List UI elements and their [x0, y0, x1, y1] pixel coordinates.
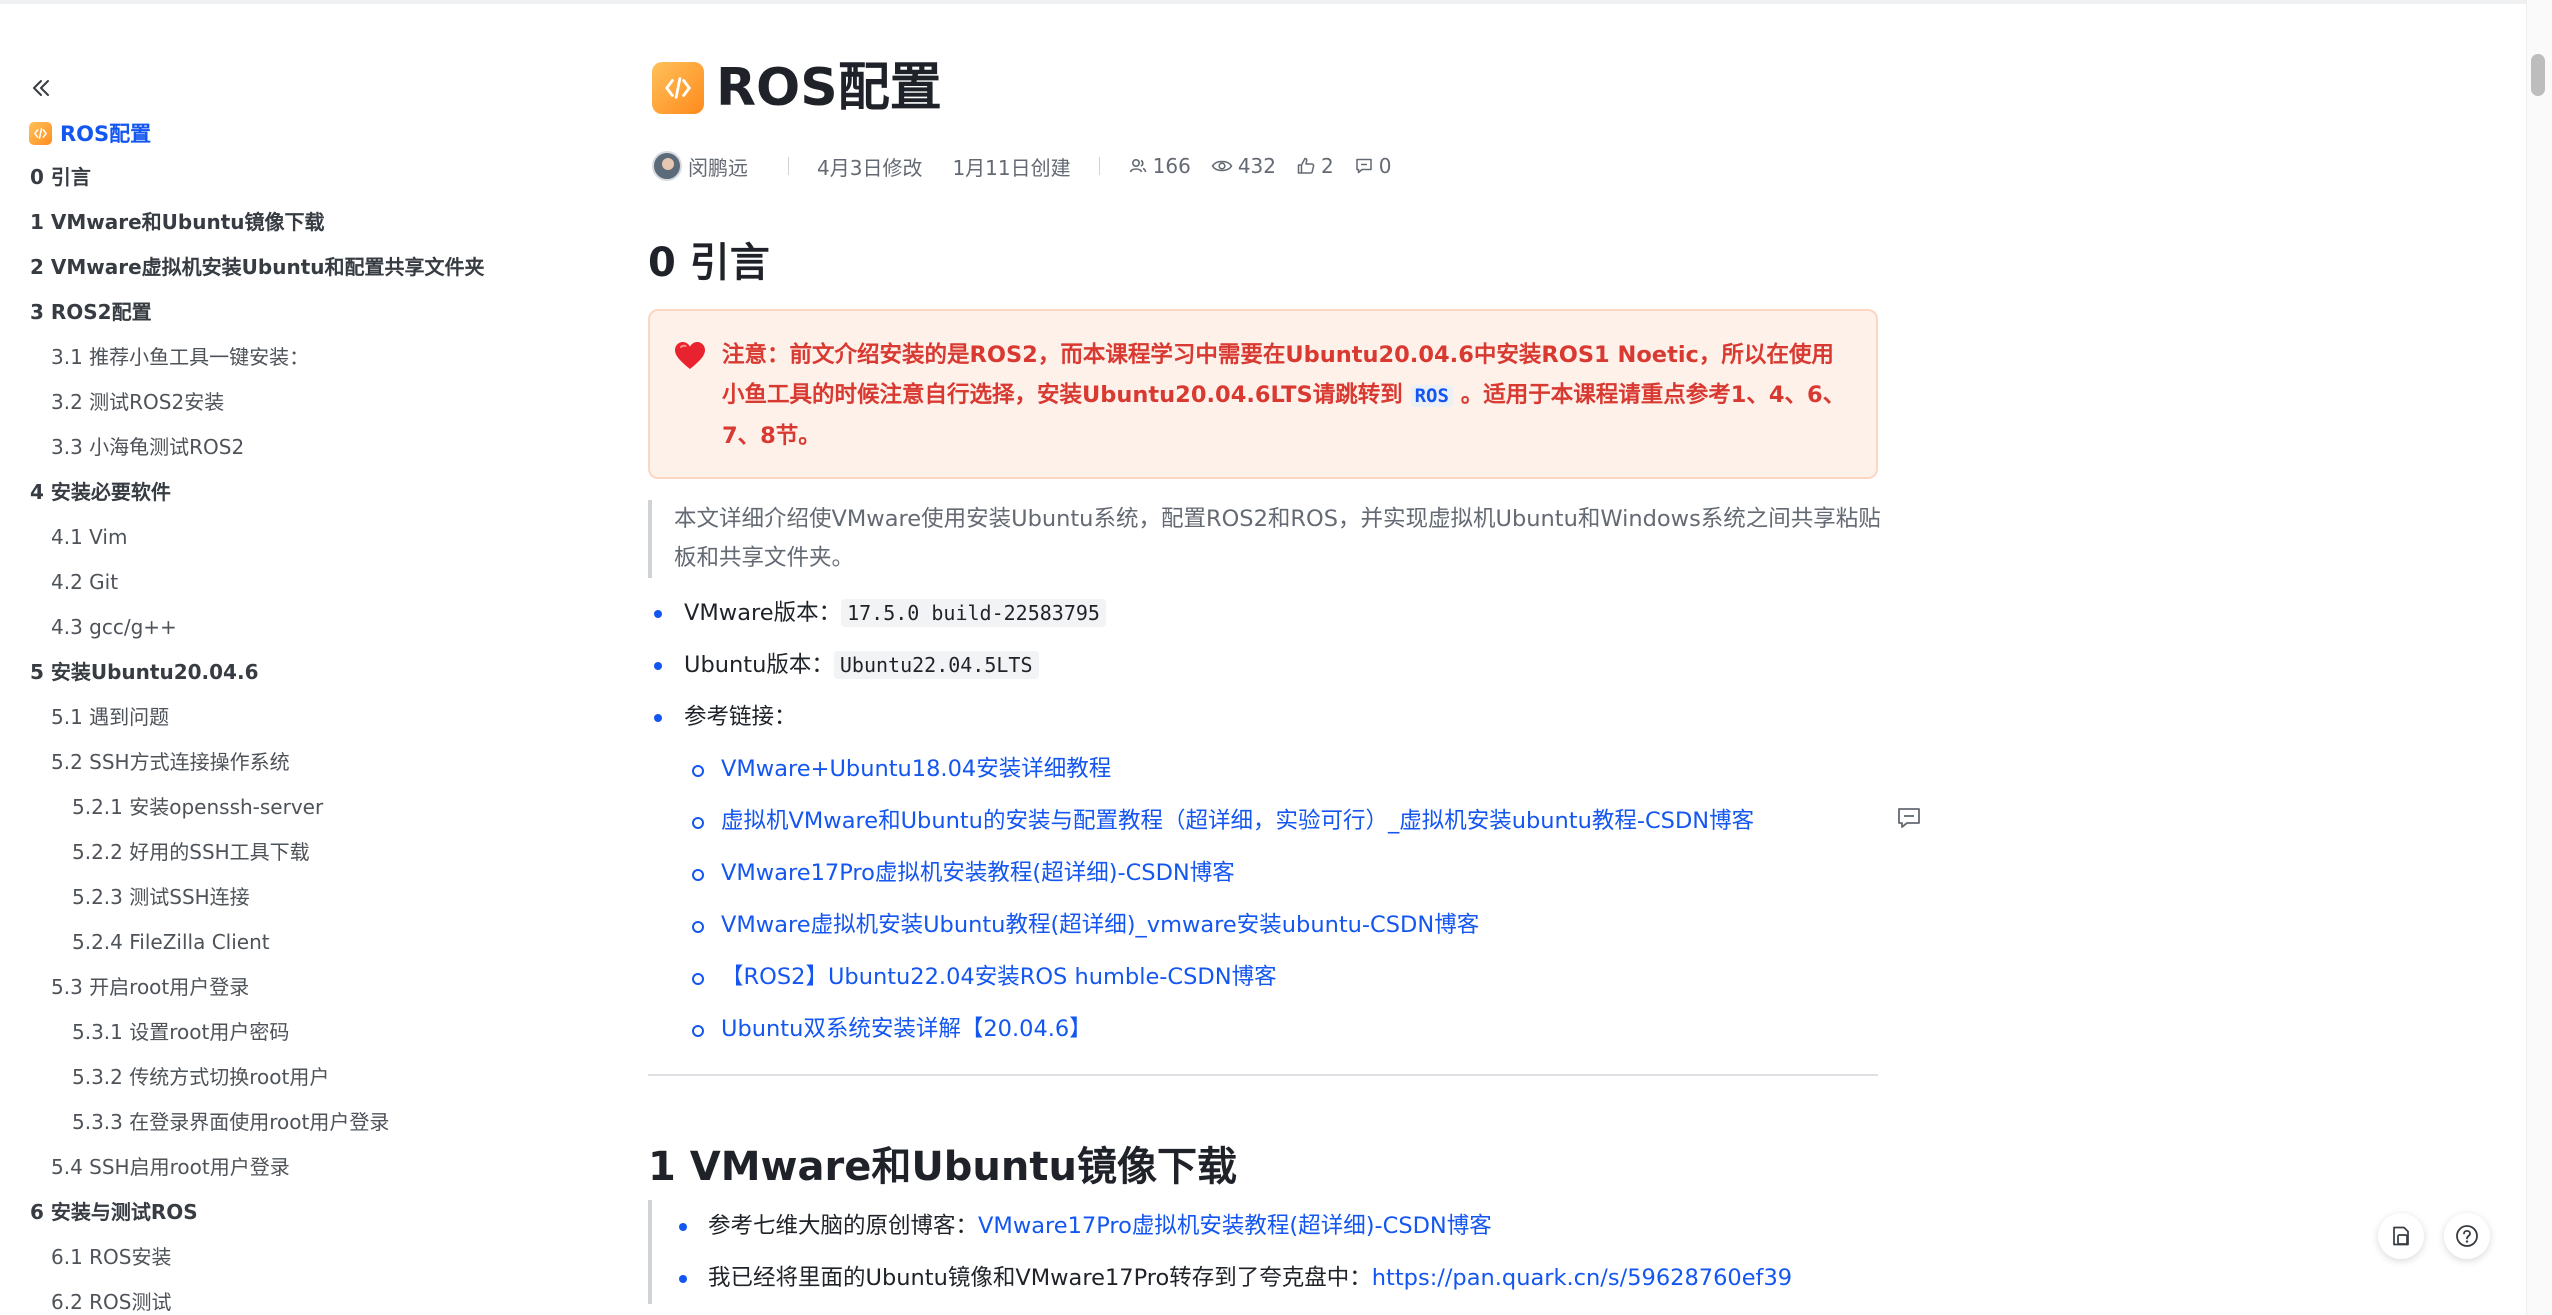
toc-item[interactable]: 4.2 Git — [0, 560, 600, 605]
divider — [648, 1074, 1878, 1076]
add-comment-icon — [1898, 808, 1920, 828]
vmware-version-code: 17.5.0 build-22583795 — [841, 599, 1106, 627]
modified-date: 4月3日修改 — [817, 155, 923, 180]
toc-item[interactable]: 5.2 SSH方式连接操作系统 — [0, 740, 600, 785]
collapse-left-icon — [33, 80, 49, 96]
toc-item[interactable]: 5.4 SSH启用root用户登录 — [0, 1145, 600, 1190]
toc-item[interactable]: 5.3.2 传统方式切换root用户 — [0, 1055, 600, 1100]
ref-link[interactable]: 虚拟机VMware和Ubuntu的安装与配置教程（超详细，实验可行）_虚拟机安装… — [721, 808, 1754, 834]
views-icon — [1211, 160, 1233, 172]
toc-sidebar: ROS配置 0 引言 1 VMware和Ubuntu镜像下载 2 VMware虚拟机… — [0, 0, 600, 1315]
item-prefix: 参考七维大脑的原创博客： — [708, 1213, 979, 1239]
info-list: VMware版本： 17.5.0 build-22583795 Ubuntu版本：… — [648, 587, 1888, 1055]
section-heading-0: 0 引言 — [648, 240, 770, 286]
ref-link[interactable]: VMware17Pro虚拟机安装教程(超详细)-CSDN博客 — [721, 860, 1235, 886]
toc-item[interactable]: 6.2 ROS测试 — [0, 1280, 600, 1315]
collapse-toc-button[interactable] — [26, 73, 56, 103]
section1-list: 参考七维大脑的原创博客：VMware17Pro虚拟机安装教程(超详细)-CSDN… — [648, 1200, 1888, 1304]
toc-item[interactable]: 4.3 gcc/g++ — [0, 605, 600, 650]
toc-item[interactable]: 4 安装必要软件 — [0, 470, 600, 515]
collaborators-icon — [1129, 158, 1146, 173]
list-item: Ubuntu版本： Ubuntu22.04.5LTS — [648, 639, 1888, 691]
ref-link[interactable]: 【ROS2】Ubuntu22.04安装ROS humble-CSDN博客 — [721, 964, 1277, 990]
toc-item[interactable]: 5.2.1 安装openssh-server — [0, 785, 600, 830]
ref-link[interactable]: Ubuntu双系统安装详解【20.04.6】 — [721, 1016, 1092, 1042]
toc-item[interactable]: 5.2.4 FileZilla Client — [0, 920, 600, 965]
warning-callout: 注意：前文介绍安装的是ROS2，而本课程学习中需要在Ubuntu20.04.6中… — [648, 309, 1878, 479]
doc-info-icon — [2393, 1226, 2409, 1246]
comments-count: 0 — [1378, 154, 1392, 178]
divider — [1098, 157, 1100, 175]
toc-item[interactable]: 1 VMware和Ubuntu镜像下载 — [0, 200, 600, 245]
quark-link[interactable]: https://pan.quark.cn/s/59628760ef39 — [1372, 1265, 1792, 1291]
likes-count: 2 — [1321, 154, 1334, 178]
toc-item[interactable]: 3.2 测试ROS2安装 — [0, 380, 600, 425]
vmware-label: VMware版本： — [684, 600, 842, 626]
heart-icon — [675, 342, 705, 369]
callout-text: 注意：前文介绍安装的是ROS2，而本课程学习中需要在Ubuntu20.04.6中… — [722, 335, 1852, 456]
toc-current-title: ROS配置 — [60, 122, 152, 146]
created-date: 1月11日创建 — [952, 155, 1071, 180]
refs-label: 参考链接： — [684, 704, 797, 730]
like-icon — [1297, 157, 1315, 174]
scrollbar-track[interactable] — [2526, 0, 2552, 1315]
ref-link-item: VMware虚拟机安装Ubuntu教程(超详细)_vmware安装ubuntu-… — [648, 899, 1888, 951]
toc-current-doc[interactable]: ROS配置 — [29, 118, 151, 148]
item-prefix: 我已经将里面的Ubuntu镜像和VMware17Pro转存到了夸克盘中： — [708, 1265, 1372, 1291]
doc-meta: 闵鹏远 4月3日修改 1月11日创建 166 432 2 0 — [652, 148, 1411, 184]
ref-link-item: 虚拟机VMware和Ubuntu的安装与配置教程（超详细，实验可行）_虚拟机安装… — [648, 795, 1888, 847]
views-stat[interactable]: 432 — [1211, 154, 1276, 178]
toc-item[interactable]: 5.3.3 在登录界面使用root用户登录 — [0, 1100, 600, 1145]
list-item: VMware版本： 17.5.0 build-22583795 — [648, 587, 1888, 639]
toc-item[interactable]: 3 ROS2配置 — [0, 290, 600, 335]
doc-info-button[interactable] — [2378, 1213, 2424, 1259]
blog-link[interactable]: VMware17Pro虚拟机安装教程(超详细)-CSDN博客 — [978, 1213, 1492, 1239]
toc-item[interactable]: 5 安装Ubuntu20.04.6 — [0, 650, 600, 695]
scrollbar-thumb[interactable] — [2531, 54, 2545, 96]
code-doc-icon — [29, 121, 52, 145]
views-count: 432 — [1237, 154, 1277, 178]
ubuntu-version-code: Ubuntu22.04.5LTS — [833, 651, 1039, 679]
toc-item[interactable]: 6.1 ROS安装 — [0, 1235, 600, 1280]
collaborators-count: 166 — [1152, 154, 1191, 178]
author-name[interactable]: 闵鹏远 — [688, 152, 748, 181]
avatar[interactable] — [652, 151, 682, 181]
toc-item[interactable]: 5.2.2 好用的SSH工具下载 — [0, 830, 600, 875]
add-comment-button[interactable] — [1896, 805, 1922, 831]
help-button[interactable] — [2444, 1213, 2490, 1259]
toc-item[interactable]: 5.3 开启root用户登录 — [0, 965, 600, 1010]
page-title: ROS配置 — [716, 58, 942, 118]
toc-item[interactable]: 0 引言 — [0, 155, 600, 200]
ref-link-item: VMware+Ubuntu18.04安装详细教程 — [648, 743, 1888, 795]
ubuntu-label: Ubuntu版本： — [684, 652, 834, 678]
toc-item[interactable]: 5.2.3 测试SSH连接 — [0, 875, 600, 920]
toc-item[interactable]: 2 VMware虚拟机安装Ubuntu和配置共享文件夹 — [0, 245, 600, 290]
list-item: 参考七维大脑的原创博客：VMware17Pro虚拟机安装教程(超详细)-CSDN… — [652, 1200, 1888, 1252]
likes-stat[interactable]: 2 — [1296, 154, 1334, 178]
code-doc-icon[interactable] — [652, 62, 704, 114]
toc-list: 0 引言 1 VMware和Ubuntu镜像下载 2 VMware虚拟机安装Ubun… — [0, 155, 600, 1315]
document: ROS配置 闵鹏远 4月3日修改 1月11日创建 166 432 2 0 0 引… — [648, 0, 1881, 1315]
toc-item[interactable]: 3.3 小海龟测试ROS2 — [0, 425, 600, 470]
divider — [788, 157, 789, 175]
collaborators-stat[interactable]: 166 — [1128, 154, 1191, 178]
comment-icon — [1356, 158, 1372, 174]
ref-link-item: 【ROS2】Ubuntu22.04安装ROS humble-CSDN博客 — [648, 951, 1888, 1003]
callout-code-link[interactable]: ROS — [1410, 385, 1453, 407]
toc-item[interactable]: 4.1 Vim — [0, 515, 600, 560]
toc-item[interactable]: 3.1 推荐小鱼工具一键安装： — [0, 335, 600, 380]
ref-link[interactable]: VMware虚拟机安装Ubuntu教程(超详细)_vmware安装ubuntu-… — [721, 912, 1479, 938]
intro-quote: 本文详细介绍使VMware使用安装Ubuntu系统，配置ROS2和ROS，并实现… — [648, 500, 1888, 578]
list-item: 我已经将里面的Ubuntu镜像和VMware17Pro转存到了夸克盘中：http… — [652, 1252, 1888, 1304]
ref-link[interactable]: VMware+Ubuntu18.04安装详细教程 — [721, 756, 1111, 782]
help-icon — [2456, 1225, 2478, 1247]
section-heading-1: 1 VMware和Ubuntu镜像下载 — [648, 1144, 1237, 1190]
ref-link-item: Ubuntu双系统安装详解【20.04.6】 — [648, 1003, 1888, 1055]
toc-item[interactable]: 5.3.1 设置root用户密码 — [0, 1010, 600, 1055]
toc-item[interactable]: 6 安装与测试ROS — [0, 1190, 600, 1235]
ref-link-item: VMware17Pro虚拟机安装教程(超详细)-CSDN博客 — [648, 847, 1888, 899]
comments-stat[interactable]: 0 — [1354, 154, 1392, 178]
toc-item[interactable]: 5.1 遇到问题 — [0, 695, 600, 740]
list-item: 参考链接： — [648, 691, 1888, 743]
